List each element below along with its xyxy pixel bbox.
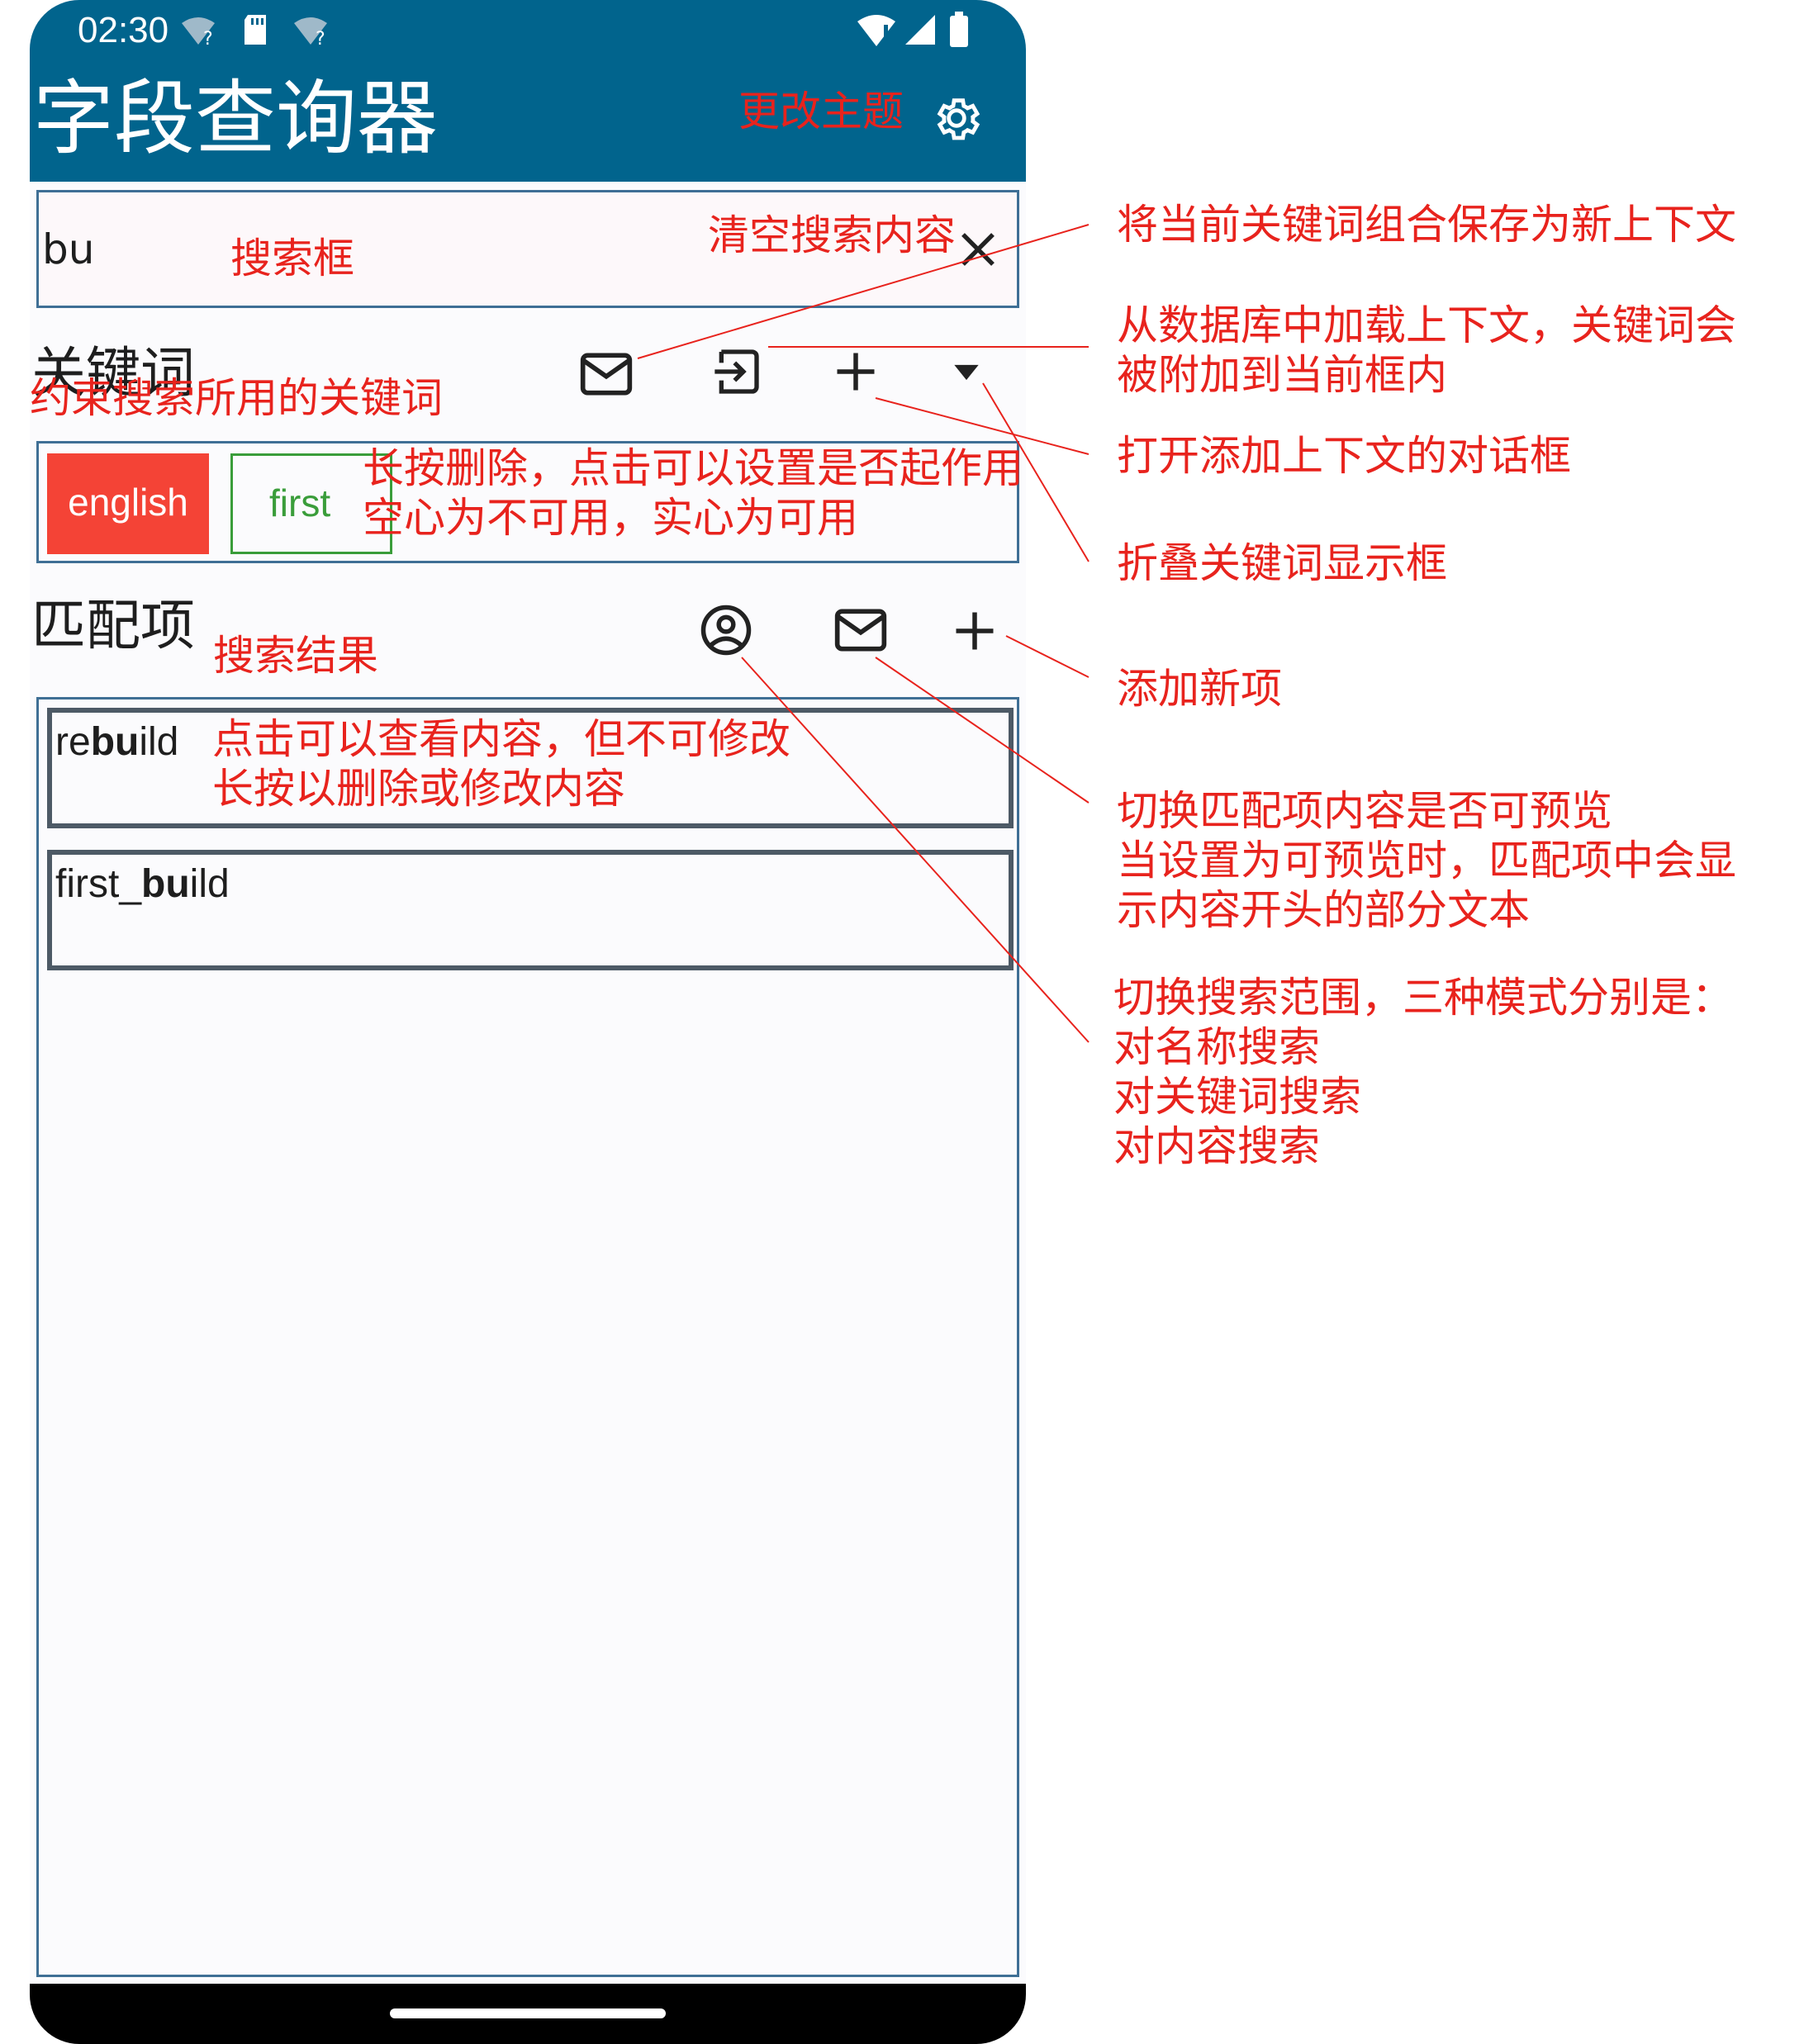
home-indicator[interactable] xyxy=(390,2008,666,2018)
keyword-chip-label: english xyxy=(68,481,188,524)
app-title: 字段查询器 xyxy=(33,72,439,166)
search-box: bu 搜索框 清空搜索内容 xyxy=(36,190,1019,308)
close-icon[interactable] xyxy=(956,227,1000,272)
status-bar: 02:30 ? ? xyxy=(30,0,1026,62)
plus-icon[interactable] xyxy=(831,347,881,396)
plus-icon[interactable] xyxy=(950,606,999,656)
save-context-annotation: 将当前关键词组合保存为新上下文 xyxy=(1117,201,1736,249)
dropdown-arrow-icon[interactable] xyxy=(948,362,985,383)
sd-card-icon xyxy=(241,13,269,46)
account-circle-icon[interactable] xyxy=(699,603,753,657)
preview-annotation-line3: 示内容开头的部分文本 xyxy=(1117,886,1530,934)
keyword-chip-filled[interactable]: english xyxy=(47,453,209,554)
list-item[interactable]: first_build xyxy=(47,850,1014,970)
wifi-signal-icon xyxy=(856,13,897,48)
item-annotation-line1: 点击可以查看内容，但不可修改 xyxy=(212,715,790,763)
mail-icon[interactable] xyxy=(833,606,889,654)
item-annotation-line2: 长按以删除或修改内容 xyxy=(212,765,625,813)
collapse-keywords-annotation: 折叠关键词显示框 xyxy=(1117,539,1447,587)
search-input[interactable]: bu xyxy=(42,225,94,273)
status-time: 02:30 xyxy=(78,10,169,50)
battery-icon xyxy=(948,12,970,48)
mail-icon[interactable] xyxy=(578,350,634,398)
import-icon[interactable] xyxy=(710,345,763,398)
add-new-item-annotation: 添加新项 xyxy=(1117,665,1282,713)
keywords-annotation: 约束搜索所用的关键词 xyxy=(30,374,443,422)
load-context-annotation-line2: 被附加到当前框内 xyxy=(1117,351,1447,399)
list-item-text: rebuild xyxy=(55,720,179,764)
preview-annotation-line1: 切换匹配项内容是否可预览 xyxy=(1117,787,1612,835)
gear-icon[interactable] xyxy=(930,92,983,145)
list-item-text: first_build xyxy=(55,862,230,906)
phone-screen: 02:30 ? ? 字段查询器 更改主题 bu 搜索框 清空搜索内容 关键词 约… xyxy=(30,0,1026,2044)
chip-annotation-line1: 长按删除，点击可以设置是否起作用 xyxy=(363,444,1023,492)
scope-annotation-line3: 对关键词搜索 xyxy=(1113,1073,1361,1121)
search-box-annotation: 搜索框 xyxy=(230,235,354,282)
preview-annotation-line2: 当设置为可预览时，匹配项中会显 xyxy=(1117,837,1736,884)
cell-signal-icon xyxy=(904,13,937,46)
change-theme-annotation: 更改主题 xyxy=(738,88,904,135)
scope-annotation-line1: 切换搜索范围，三种模式分别是： xyxy=(1113,974,1733,1022)
wifi-unknown-icon: ? xyxy=(178,15,218,48)
keyword-chip-label: first xyxy=(269,481,331,524)
svg-text:?: ? xyxy=(316,29,325,48)
list-item[interactable]: rebuild 点击可以查看内容，但不可修改 长按以删除或修改内容 xyxy=(47,708,1014,828)
wifi-unknown-icon-2: ? xyxy=(291,15,330,48)
svg-text:?: ? xyxy=(203,29,213,48)
results-list: rebuild 点击可以查看内容，但不可修改 长按以删除或修改内容 first_… xyxy=(36,697,1019,1977)
chip-annotation-line2: 空心为不可用，实心为可用 xyxy=(363,494,858,542)
clear-search-annotation: 清空搜索内容 xyxy=(708,211,956,259)
open-add-dialog-annotation: 打开添加上下文的对话框 xyxy=(1117,432,1571,480)
matches-heading: 匹配项 xyxy=(31,594,195,657)
load-context-annotation-line1: 从数据库中加载上下文，关键词会 xyxy=(1117,301,1736,349)
scope-annotation-line4: 对内容搜索 xyxy=(1113,1122,1320,1170)
matches-annotation: 搜索结果 xyxy=(213,632,378,680)
app-bar: 字段查询器 更改主题 xyxy=(30,62,1026,182)
keyword-chip-box: english first 长按删除，点击可以设置是否起作用 空心为不可用，实心… xyxy=(36,441,1023,563)
scope-annotation-line2: 对名称搜索 xyxy=(1113,1023,1320,1071)
